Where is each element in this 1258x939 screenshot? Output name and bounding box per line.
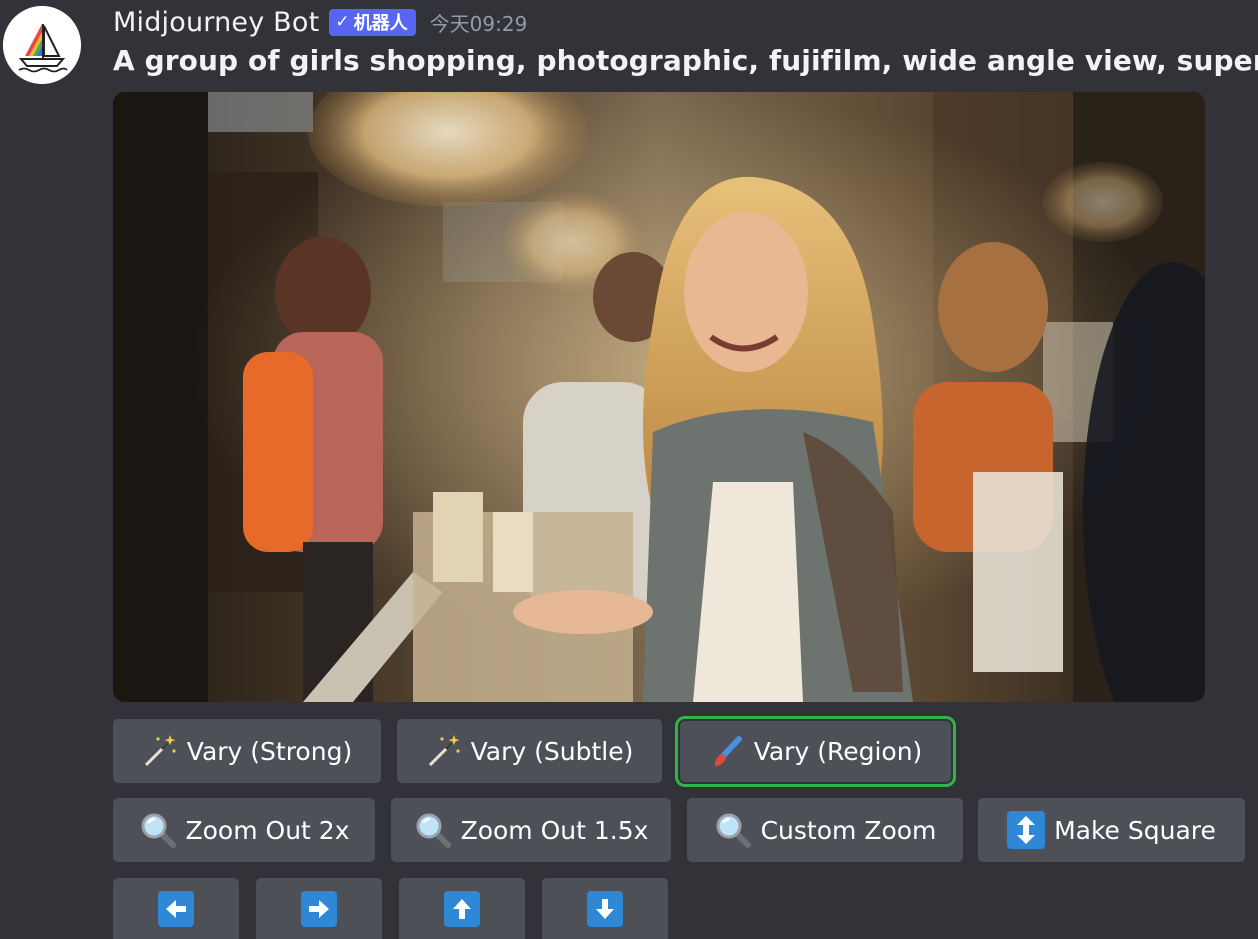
vary-strong-label: Vary (Strong) [186,736,353,766]
vary-subtle-button[interactable]: Vary (Subtle) [397,719,662,783]
zoom-out-2x-label: Zoom Out 2x [185,815,350,845]
discord-message-view: Midjourney Bot ✓ 机器人 今天09:29 A group of … [0,0,1258,939]
generated-image[interactable] [113,92,1205,702]
paintbrush-icon [709,734,745,770]
vary-subtle-label: Vary (Subtle) [470,736,634,766]
magic-wand-icon [426,733,462,769]
zoom-out-1-5x-button[interactable]: Zoom Out 1.5x [391,798,671,862]
magnifier-icon [139,811,177,849]
message-header: Midjourney Bot ✓ 机器人 今天09:29 [113,3,527,41]
bot-badge-label: 机器人 [353,13,408,34]
arrow-down-icon [587,890,623,927]
make-square-label: Make Square [1054,815,1216,845]
arrow-up-icon [444,890,480,927]
bot-avatar[interactable] [3,6,81,84]
vary-region-label: Vary (Region) [753,737,923,766]
pan-up-button[interactable] [399,878,525,939]
magnifier-icon [714,811,752,849]
zoom-out-2x-button[interactable]: Zoom Out 2x [113,798,375,862]
pan-right-button[interactable] [256,878,382,939]
pan-left-button[interactable] [113,878,239,939]
shopping-photo [113,92,1205,702]
custom-zoom-button[interactable]: Custom Zoom [687,798,963,862]
message-timestamp: 今天09:29 [429,11,528,36]
vary-region-button[interactable]: Vary (Region) [675,716,956,787]
arrow-right-icon [301,890,337,927]
magic-wand-icon [142,733,178,769]
verified-check-icon: ✓ [335,12,350,32]
vary-strong-button[interactable]: Vary (Strong) [113,719,381,783]
custom-zoom-label: Custom Zoom [760,815,937,845]
magnifier-icon [414,811,452,849]
make-square-button[interactable]: Make Square [978,798,1245,862]
sailboat-logo-icon [3,6,81,84]
username[interactable]: Midjourney Bot [113,7,319,38]
arrow-left-icon [158,890,194,927]
bot-badge: ✓ 机器人 [329,8,416,36]
pan-down-button[interactable] [542,878,668,939]
prompt-text: A group of girls shopping, photographic,… [113,44,1258,77]
zoom-out-1-5x-label: Zoom Out 1.5x [460,815,649,845]
up-down-arrow-icon [1007,811,1046,849]
